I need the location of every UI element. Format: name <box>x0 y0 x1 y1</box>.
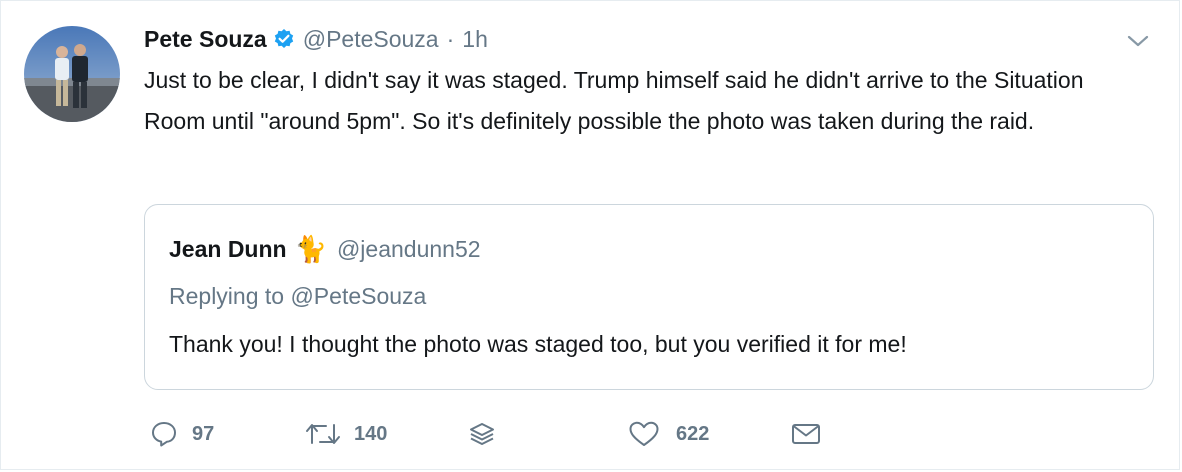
like-count: 622 <box>676 422 710 445</box>
retweet-icon <box>306 424 340 444</box>
tweet-text: Just to be clear, I didn't say it was st… <box>144 67 1084 134</box>
cat-emoji-icon: 🐈 <box>294 234 327 264</box>
author-name[interactable]: Pete Souza <box>144 26 267 53</box>
quoted-tweet-header: Jean Dunn 🐈 @jeandunn52 <box>169 231 481 267</box>
author-handle[interactable]: @PeteSouza <box>303 26 439 53</box>
tweet-actions: 97 140 622 <box>0 416 1182 452</box>
quoted-tweet[interactable]: Jean Dunn 🐈 @jeandunn52 Replying to @Pet… <box>144 204 1154 390</box>
tweet-header: Pete Souza @PeteSouza · 1h <box>144 22 488 56</box>
add-to-moment-button[interactable] <box>468 416 496 452</box>
direct-message-button[interactable] <box>790 416 822 452</box>
stack-icon <box>470 423 494 445</box>
retweet-count: 140 <box>354 422 388 445</box>
verified-badge-icon <box>273 28 295 50</box>
quoted-author-handle: @jeandunn52 <box>336 235 481 262</box>
replying-to-label: Replying to @PeteSouza <box>169 283 427 309</box>
like-button[interactable]: 622 <box>628 416 709 452</box>
separator-dot: · <box>446 25 455 52</box>
retweet-button[interactable]: 140 <box>304 416 387 452</box>
more-options-chevron-down-icon[interactable] <box>1126 32 1150 50</box>
reply-count: 97 <box>192 422 215 445</box>
author-avatar[interactable] <box>24 26 120 122</box>
profile-photo-icon <box>24 26 120 122</box>
quoted-author-name: Jean Dunn <box>169 235 287 262</box>
quoted-tweet-text: Thank you! I thought the photo was stage… <box>169 331 907 357</box>
heart-icon <box>629 421 659 446</box>
reply-button[interactable]: 97 <box>150 416 214 452</box>
reply-icon <box>152 422 176 447</box>
envelope-icon <box>792 424 820 444</box>
tweet-timestamp[interactable]: 1h <box>462 26 488 53</box>
